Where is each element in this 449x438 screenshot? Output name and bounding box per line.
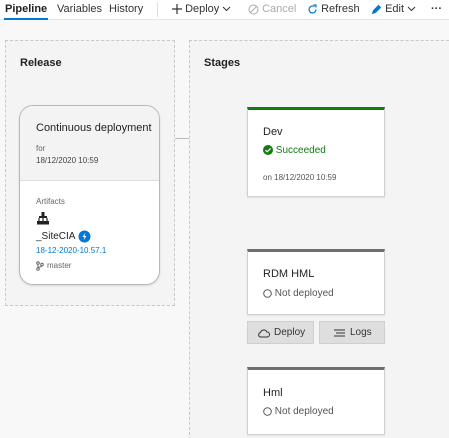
tab-variables[interactable]: Variables — [57, 3, 102, 16]
cancel-button-label: Cancel — [262, 3, 297, 15]
refresh-button[interactable]: Refresh — [307, 3, 360, 16]
stage-status-label: Succeeded — [275, 145, 326, 156]
chevron-down-icon — [407, 6, 416, 12]
edit-button[interactable]: Edit — [371, 3, 416, 16]
stage-card-dev[interactable]: Dev Succeeded on 18/12/2020 10:59 — [247, 107, 385, 197]
tab-history[interactable]: History — [109, 3, 143, 16]
tab-active-indicator — [4, 18, 48, 20]
stage-name: Hml — [263, 387, 283, 399]
plus-icon — [172, 4, 182, 15]
deploy-stage-button-label: Deploy — [274, 327, 306, 338]
stage-card-rdm-hml[interactable]: RDM HML Not deployed — [247, 249, 385, 315]
artifacts-label: Artifacts — [36, 197, 65, 206]
deploy-stage-button[interactable]: Deploy — [247, 321, 314, 344]
refresh-icon — [308, 3, 317, 14]
pencil-icon — [371, 4, 382, 14]
toolbar: Pipeline Variables History Deploy Cancel… — [0, 0, 449, 20]
release-title: Release — [20, 57, 62, 69]
chevron-down-icon — [223, 6, 231, 12]
more-options-button[interactable]: ··· — [431, 3, 442, 16]
artifact-name[interactable]: _SiteCIA — [36, 231, 75, 242]
logs-icon — [334, 329, 345, 337]
stage-status: Not deployed — [263, 406, 334, 417]
not-deployed-circle-icon — [263, 407, 272, 416]
not-deployed-circle-icon — [263, 289, 272, 298]
stage-card-hml[interactable]: Hml Not deployed — [247, 367, 385, 435]
stage-date: on 18/12/2020 10:59 — [263, 173, 337, 182]
build-artifact-icon — [37, 212, 49, 225]
logs-button[interactable]: Logs — [319, 321, 385, 344]
logs-button-label: Logs — [350, 327, 372, 338]
cancel-button[interactable]: Cancel — [248, 3, 296, 16]
release-card[interactable]: Continuous deployment for 18/12/2020 10:… — [19, 105, 160, 285]
branch-name: master — [47, 261, 72, 270]
stage-status: Succeeded — [263, 145, 326, 156]
artifact-version-link[interactable]: 18-12-2020-10.57.1 — [36, 246, 106, 255]
cloud-icon — [258, 329, 270, 338]
toolbar-divider — [157, 2, 158, 17]
release-date: 18/12/2020 10:59 — [36, 156, 99, 165]
trigger-label: Continuous deployment — [36, 122, 152, 134]
tab-pipeline[interactable]: Pipeline — [5, 3, 47, 16]
stage-name: Dev — [263, 126, 283, 138]
stage-name: RDM HML — [263, 268, 315, 280]
cancel-icon — [248, 4, 259, 15]
success-check-icon — [263, 145, 273, 156]
for-label: for — [36, 144, 46, 153]
edit-button-label: Edit — [385, 3, 405, 15]
stage-status: Not deployed — [263, 288, 334, 299]
deploy-button[interactable]: Deploy — [172, 3, 231, 16]
deploy-button-label: Deploy — [185, 3, 220, 15]
refresh-button-label: Refresh — [321, 3, 360, 15]
stage-status-label: Not deployed — [274, 288, 334, 299]
continuous-deployment-trigger-icon[interactable] — [78, 230, 91, 243]
stage-status-label: Not deployed — [274, 406, 334, 417]
branch-icon — [36, 261, 44, 271]
stages-title: Stages — [204, 57, 241, 69]
